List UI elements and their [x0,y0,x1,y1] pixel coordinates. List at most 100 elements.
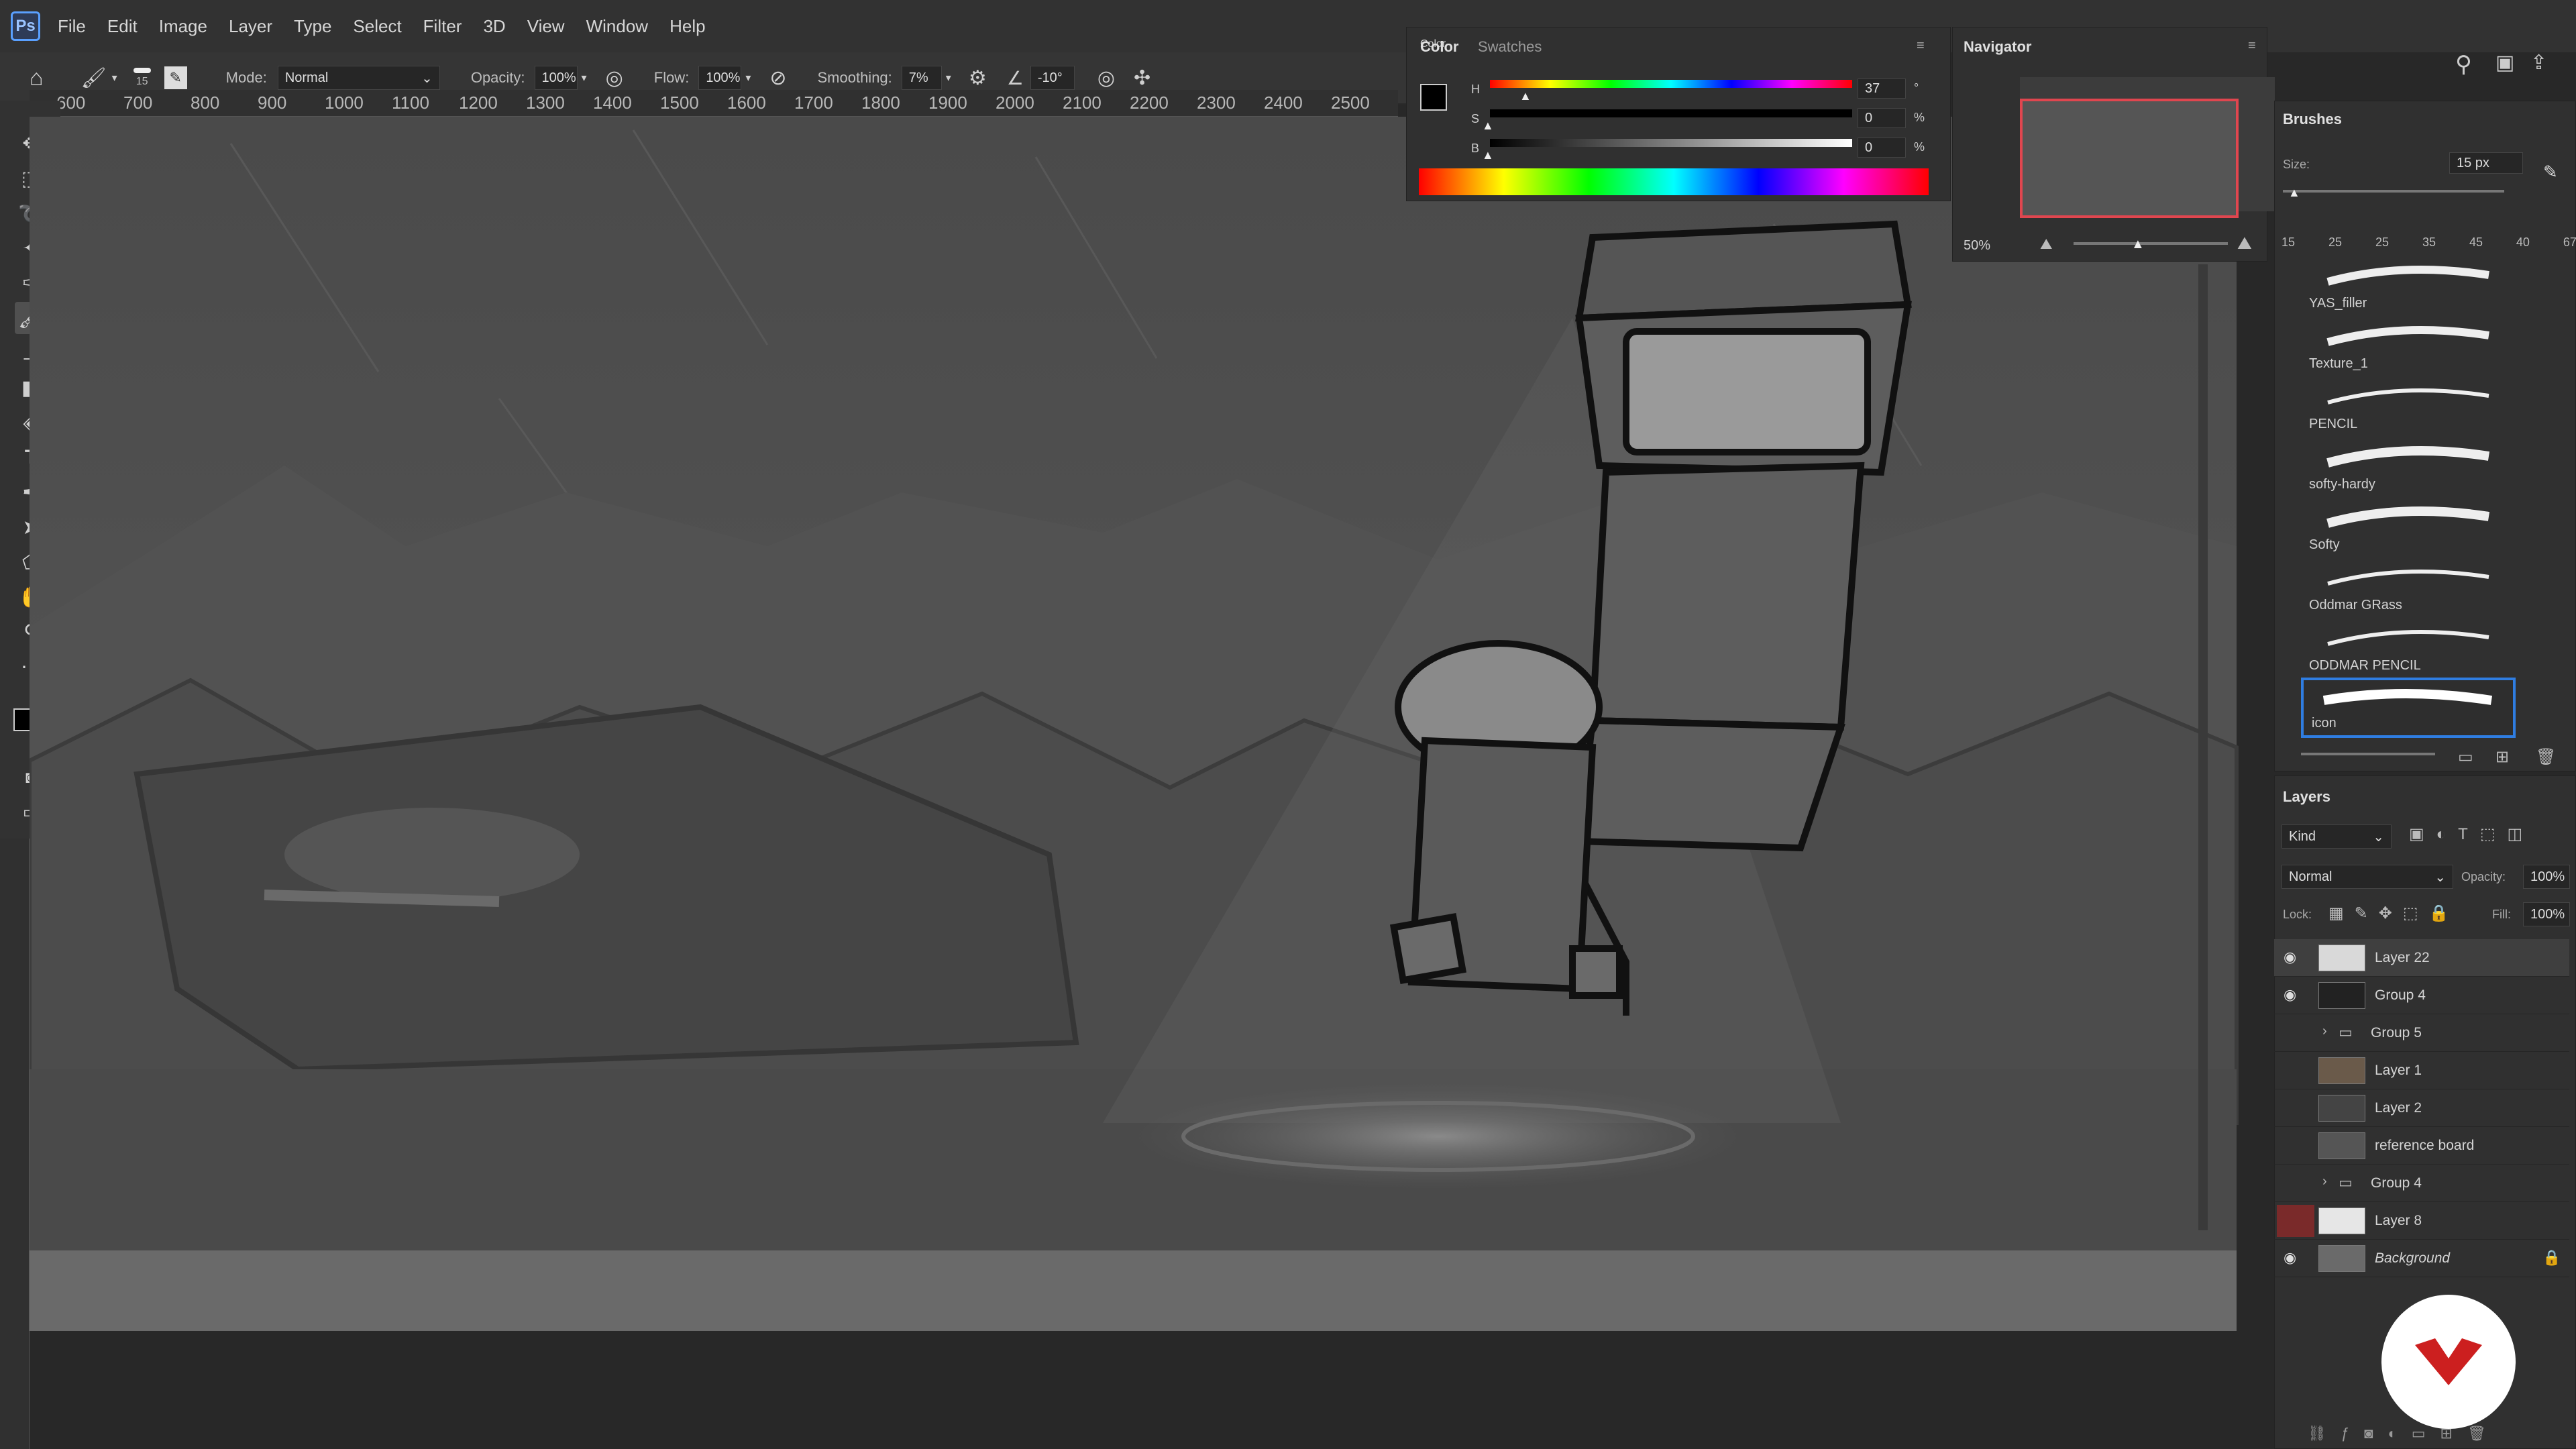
layer-row[interactable]: Layer 8 [2274,1202,2569,1240]
preset-size[interactable]: 35 [2422,209,2436,253]
menu-filter[interactable]: Filter [423,16,462,37]
brushes-title[interactable]: Brushes [2283,111,2342,128]
expand-chevron-icon[interactable]: › [2322,1024,2327,1039]
trash-icon[interactable]: 🗑 [2536,747,2556,767]
flow-dropdown-icon[interactable]: ▾ [745,71,751,85]
menu-edit[interactable]: Edit [107,16,138,37]
layers-title[interactable]: Layers [2283,788,2330,806]
layer-name[interactable]: Layer 2 [2375,1100,2422,1116]
new-brush-icon[interactable]: ⊞ [2496,747,2509,767]
folder-icon[interactable]: ▭ [2458,747,2473,767]
brush-item[interactable]: PENCIL [2301,376,2516,436]
swatches-tab[interactable]: Swatches [1478,38,1542,56]
brush-item[interactable]: Texture_1 [2301,315,2516,376]
eye-icon[interactable]: ◉ [2284,1249,2301,1267]
blend-mode-select[interactable]: Normal ⌄ [2282,865,2453,889]
smoothing-input[interactable]: 7% [901,66,942,90]
zoom-slider[interactable] [2074,242,2228,245]
home-icon[interactable]: ⌂ [30,65,44,91]
saturation-slider-handle[interactable]: ▲ [1482,119,1494,133]
preset-size[interactable]: 45 [2469,209,2483,253]
preset-size[interactable]: 40 [2516,209,2530,253]
photoshop-logo[interactable]: Ps [11,11,40,41]
brush-preset-picker[interactable]: 15 [133,68,151,88]
layer-row[interactable]: Layer 1 [2274,1052,2569,1089]
menu-3d[interactable]: 3D [483,16,505,37]
pressure-opacity-icon[interactable]: ◎ [606,66,623,90]
expand-chevron-icon[interactable]: › [2322,1174,2327,1189]
fill-input[interactable]: 100% [2523,902,2570,926]
zoom-out-icon[interactable]: ⛰ [2040,235,2052,253]
brush-item[interactable]: Softy [2301,496,2516,557]
brush-size-input[interactable]: 15 px [2449,152,2523,174]
hue-slider[interactable] [1490,80,1852,88]
hue-slider-handle[interactable]: ▲ [1519,89,1532,103]
layer-row[interactable]: ◉ Layer 22 [2274,939,2569,977]
angle-input[interactable]: -10° [1030,66,1075,90]
brush-thumb-size-slider[interactable] [2301,753,2435,755]
layer-row[interactable]: › ▭ Group 4 [2274,1165,2569,1202]
mode-select[interactable]: Normal ⌄ [277,66,440,90]
brush-tool-icon[interactable]: 🖌 [81,66,107,90]
layer-row[interactable]: ◉ Background 🔒 [2274,1240,2569,1277]
canvas-area[interactable] [30,117,2274,1449]
layer-row[interactable]: › ▭ Group 5 [2274,1014,2569,1052]
preset-size[interactable]: 25 [2328,209,2342,253]
navigator-zoom-value[interactable]: 50% [1964,238,1990,254]
menu-file[interactable]: File [58,16,86,37]
lock-icons[interactable]: ▦✎✥⬚🔒 [2328,904,2459,923]
layers-footer-icons[interactable]: ⛓ƒ◙◐▭⊞🗑 [2308,1425,2501,1442]
opacity-dropdown-icon[interactable]: ▾ [582,71,587,85]
navigator-title[interactable]: Navigator [1964,38,2031,56]
layer-filter-select[interactable]: Kind ⌄ [2282,824,2392,849]
panel-menu-icon[interactable]: ≡ [1917,38,1925,54]
gear-icon[interactable]: ⚙ [969,66,987,90]
zoom-in-icon[interactable]: ⛰ [2237,233,2252,254]
eye-icon[interactable]: ◉ [2284,949,2301,966]
layer-name[interactable]: Layer 1 [2375,1063,2422,1079]
layer-name[interactable]: Background [2375,1250,2450,1267]
layer-row[interactable]: ◉ Group 4 [2274,977,2569,1014]
menu-layer[interactable]: Layer [229,16,272,37]
chevron-down-icon[interactable]: ▾ [112,71,117,85]
size-slider[interactable] [2283,190,2504,193]
flow-input[interactable]: 100% [698,66,742,90]
new-brush-icon[interactable]: ✎ [2543,162,2558,182]
group-name[interactable]: Group 4 [2371,1175,2422,1191]
airbrush-icon[interactable]: ⊘ [769,66,786,90]
preset-size[interactable]: 15 [2282,209,2295,253]
preset-size[interactable]: 25 [2375,209,2389,253]
brightness-slider-handle[interactable]: ▲ [1482,148,1494,162]
layer-row[interactable]: reference board [2274,1127,2569,1165]
layer-name[interactable]: reference board [2375,1138,2474,1154]
layer-name[interactable]: Group 4 [2375,987,2426,1004]
menu-view[interactable]: View [527,16,565,37]
zoom-slider-handle[interactable]: ▲ [2131,237,2145,252]
canvas-artwork[interactable] [30,117,2274,1449]
color-tab-label[interactable]: Color [1420,38,1458,56]
saturation-input[interactable]: 0 [1858,108,1906,128]
smoothing-dropdown-icon[interactable]: ▾ [946,71,951,85]
workspace-icon[interactable]: ▣ [2496,51,2514,74]
group-name[interactable]: Group 5 [2371,1025,2422,1041]
preset-size[interactable]: 67 [2563,209,2576,253]
brush-preset-strip[interactable]: 15 25 25 35 45 40 67 [2282,209,2576,253]
layer-name[interactable]: Layer 8 [2375,1213,2422,1229]
menu-image[interactable]: Image [159,16,207,37]
layer-row[interactable]: Layer 2 [2274,1089,2569,1127]
brush-settings-icon[interactable]: ✎ [164,66,187,89]
brush-item[interactable]: Oddmar GRass [2301,557,2516,617]
brush-item[interactable]: ODDMAR PENCIL [2301,617,2516,678]
size-slider-handle[interactable]: ▲ [2288,186,2300,200]
opacity-input[interactable]: 100% [534,66,578,90]
layer-name[interactable]: Layer 22 [2375,950,2430,966]
foreground-color-swatch[interactable] [1420,84,1447,111]
pressure-size-icon[interactable]: ◎ [1097,66,1115,90]
navigator-view-box[interactable] [2020,99,2239,218]
layer-opacity-input[interactable]: 100% [2523,865,2570,889]
brush-item[interactable]: YAS_filler [2301,255,2516,315]
share-icon[interactable]: ⇪ [2530,51,2547,74]
layer-filter-icons[interactable]: ▣◐T⬚◫ [2409,824,2534,844]
brush-item[interactable]: softy-hardy [2301,436,2516,496]
menu-window[interactable]: Window [586,16,648,37]
